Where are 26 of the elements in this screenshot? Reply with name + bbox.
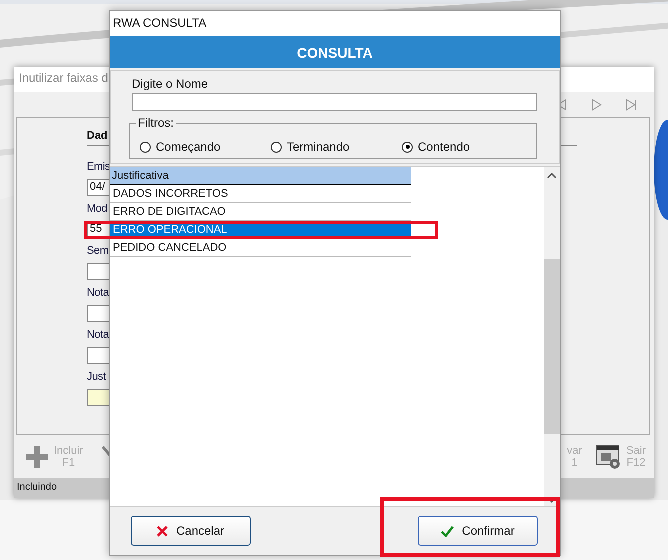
field-label: Nota (87, 287, 110, 300)
field-label: Sem (87, 245, 109, 258)
confirm-button[interactable]: Confirmar (418, 516, 538, 546)
cancel-button[interactable]: Cancelar (131, 516, 251, 546)
list-row[interactable]: PEDIDO CANCELADO (110, 239, 411, 257)
column-header: Justificativa (110, 167, 411, 185)
dialog-header: CONSULTA (110, 36, 560, 68)
field-label: Mod (87, 203, 108, 216)
list-row[interactable]: DADOS INCORRETOS (110, 185, 411, 203)
close-icon (157, 526, 168, 536)
last-icon[interactable] (626, 98, 638, 110)
scroll-thumb[interactable] (544, 259, 560, 434)
scrollbar[interactable] (544, 167, 560, 506)
filter-label: Filtros: (136, 116, 176, 130)
next-icon[interactable] (591, 98, 603, 110)
list-row[interactable]: ERRO DE DIGITACAO (110, 203, 411, 221)
field-label: Just (87, 371, 106, 384)
search-field[interactable] (132, 93, 537, 111)
window-title: RWA CONSULTA (110, 11, 560, 36)
scroll-up-icon[interactable] (547, 173, 557, 179)
check-icon (441, 526, 454, 536)
window-gear-icon[interactable] (596, 444, 622, 470)
search-label: Digite o Nome (132, 77, 210, 91)
field-label: Nota (87, 329, 110, 342)
plus-icon[interactable] (24, 444, 50, 470)
status-text: Incluindo (17, 482, 58, 493)
